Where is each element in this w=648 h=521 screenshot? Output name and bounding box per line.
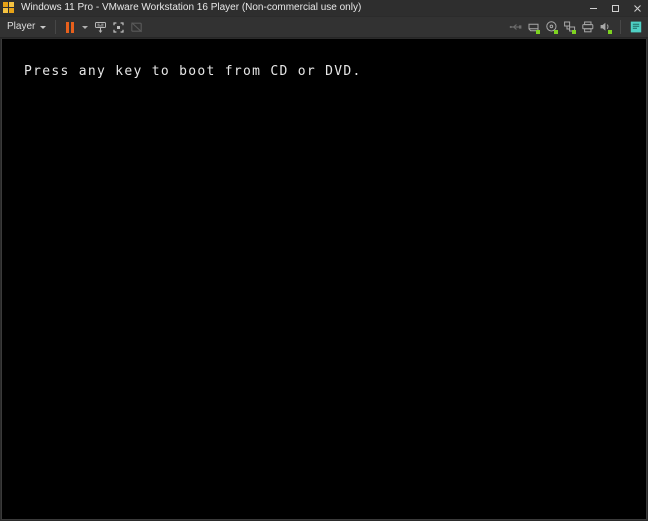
device-status-group (507, 19, 646, 36)
vm-notes-icon[interactable] (627, 19, 644, 36)
toolbar: Player (0, 17, 648, 38)
pause-button[interactable] (61, 18, 79, 36)
maximize-icon (611, 4, 619, 12)
window-controls (582, 0, 648, 16)
fullscreen-icon (113, 21, 124, 33)
ctrl-alt-del-icon (94, 21, 106, 33)
status-dot (608, 29, 612, 34)
hard-disk-icon[interactable] (525, 19, 542, 36)
vmware-player-window: Windows 11 Pro - VMware Workstation 16 P… (0, 0, 648, 521)
power-dropdown-button[interactable] (79, 18, 91, 36)
status-dot (536, 29, 540, 34)
printer-glyph-icon (581, 21, 593, 33)
status-dot (572, 29, 576, 34)
toolbar-divider-2 (620, 20, 621, 34)
vm-display-area: Press any key to boot from CD or DVD. (0, 38, 648, 521)
close-button[interactable] (626, 0, 648, 16)
status-dot (554, 29, 558, 34)
notes-icon (630, 21, 641, 33)
maximize-button[interactable] (604, 0, 626, 16)
network-adapter-icon[interactable] (561, 19, 578, 36)
player-menu-button[interactable]: Player (2, 19, 50, 35)
cd-dvd-icon[interactable] (543, 19, 560, 36)
unity-mode-button[interactable] (127, 18, 145, 36)
boot-prompt-text: Press any key to boot from CD or DVD. (24, 64, 362, 79)
pause-icon (66, 21, 75, 33)
printer-icon[interactable] (579, 19, 596, 36)
enter-fullscreen-button[interactable] (109, 18, 127, 36)
player-menu-label: Player (7, 21, 36, 32)
chevron-down-icon (40, 25, 47, 29)
usb-device-icon[interactable] (507, 19, 524, 36)
vmware-player-icon (1, 0, 17, 16)
close-icon (633, 4, 641, 12)
vm-guest-screen[interactable]: Press any key to boot from CD or DVD. (1, 39, 647, 520)
sound-card-icon[interactable] (597, 19, 614, 36)
chevron-down-icon (81, 25, 88, 29)
minimize-button[interactable] (582, 0, 604, 16)
usb-icon (509, 24, 521, 30)
window-title: Windows 11 Pro - VMware Workstation 16 P… (21, 2, 362, 13)
send-ctrl-alt-del-button[interactable] (91, 18, 109, 36)
unity-mode-icon (131, 21, 142, 32)
title-bar: Windows 11 Pro - VMware Workstation 16 P… (0, 0, 648, 17)
minimize-icon (589, 7, 597, 9)
toolbar-divider-1 (55, 20, 57, 34)
